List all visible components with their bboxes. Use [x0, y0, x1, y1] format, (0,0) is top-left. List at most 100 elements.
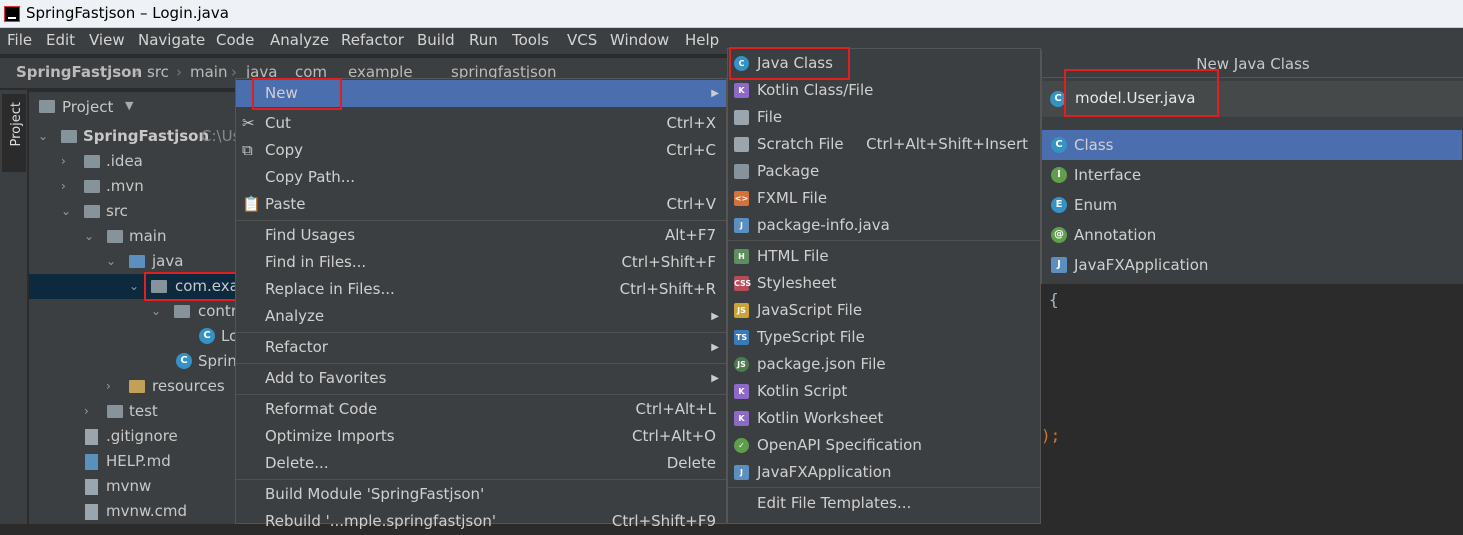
kind-option-class[interactable]: C Class [1042, 130, 1462, 160]
highlight-box [1064, 69, 1219, 117]
kotlin-file-icon: K [734, 83, 749, 98]
kind-option-annotation[interactable]: @ Annotation [1042, 220, 1462, 250]
menu-vcs[interactable]: VCS [567, 31, 597, 49]
menu-item-add-to-favorites[interactable]: Add to Favorites ▶ [236, 365, 726, 392]
kind-option-interface[interactable]: I Interface [1042, 160, 1462, 190]
menu-analyze[interactable]: Analyze [270, 31, 329, 49]
code-brace: { [1049, 290, 1059, 309]
package-icon [734, 164, 749, 179]
breadcrumb-project[interactable]: SpringFastjson [16, 63, 142, 81]
submenu-arrow-icon: ▶ [711, 88, 719, 99]
title-bar: SpringFastjson – Login.java [0, 0, 1463, 28]
menu-divider [236, 363, 726, 364]
highlight-box [252, 78, 342, 110]
project-panel-header: Project ▼ [29, 92, 239, 122]
chevron-right-icon: › [134, 63, 140, 81]
menu-item-copy-path[interactable]: Copy Path... [236, 164, 726, 191]
window-title: SpringFastjson – Login.java [26, 4, 229, 22]
copy-icon: ⧉ [242, 141, 253, 159]
highlight-box [144, 272, 240, 301]
submenu-item-html[interactable]: H HTML File [728, 243, 1040, 270]
menu-divider [236, 394, 726, 395]
file-icon [734, 110, 749, 125]
menu-item-rebuild[interactable]: Rebuild '...mple.springfastjson' Ctrl+Shi… [236, 508, 726, 535]
breadcrumb-src[interactable]: src [147, 63, 169, 81]
menu-item-optimize-imports[interactable]: Optimize Imports Ctrl+Alt+O [236, 423, 726, 450]
openapi-icon: ✓ [734, 438, 749, 453]
html-file-icon: H [734, 249, 749, 264]
tree-item-springfastjson[interactable]: ⌄ SpringFastjson C:\Us [29, 124, 240, 149]
menu-tools[interactable]: Tools [512, 31, 549, 49]
submenu-item-typescript[interactable]: TS TypeScript File [728, 324, 1040, 351]
menu-divider [728, 487, 1040, 488]
menu-item-copy[interactable]: ⧉ Copy Ctrl+C [236, 137, 726, 164]
submenu-item-javascript[interactable]: JS JavaScript File [728, 297, 1040, 324]
submenu-item-scratch-file[interactable]: Scratch File Ctrl+Alt+Shift+Insert [728, 131, 1040, 158]
menu-item-refactor[interactable]: Refactor ▶ [236, 334, 726, 361]
menu-file[interactable]: File [7, 31, 32, 49]
menu-navigate[interactable]: Navigate [138, 31, 205, 49]
chevron-down-icon[interactable]: ▼ [125, 99, 133, 112]
project-tool-tab[interactable]: Project [2, 94, 26, 172]
file-icon [85, 429, 98, 445]
highlight-box [729, 47, 850, 80]
module-folder-icon [61, 130, 77, 143]
javafx-file-icon: J [1051, 257, 1067, 273]
submenu-item-kotlin-class[interactable]: K Kotlin Class/File [728, 77, 1040, 104]
menu-window[interactable]: Window [610, 31, 669, 49]
project-tree: ⌄ SpringFastjson C:\Us › .idea › .mvn ⌄ … [29, 122, 240, 524]
submenu-item-fxml[interactable]: <> FXML File [728, 185, 1040, 212]
clipboard-icon: 📋 [242, 195, 261, 213]
project-view-icon [39, 100, 55, 113]
source-folder-icon [129, 255, 145, 268]
interface-icon: I [1051, 167, 1067, 183]
menu-build[interactable]: Build [417, 31, 455, 49]
submenu-arrow-icon: ▶ [711, 373, 719, 384]
submenu-item-package[interactable]: Package [728, 158, 1040, 185]
menu-item-find-in-files[interactable]: Find in Files... Ctrl+Shift+F [236, 249, 726, 276]
code-editor[interactable]: { ); [1041, 284, 1463, 524]
nodejs-icon: JS [734, 357, 749, 372]
kind-option-enum[interactable]: E Enum [1042, 190, 1462, 220]
submenu-item-file[interactable]: File [728, 104, 1040, 131]
menu-item-paste[interactable]: 📋 Paste Ctrl+V [236, 191, 726, 218]
menu-view[interactable]: View [89, 31, 125, 49]
menu-help[interactable]: Help [685, 31, 719, 49]
submenu-item-javafx[interactable]: J JavaFXApplication [728, 459, 1040, 486]
spring-boot-class-icon: C [176, 353, 192, 369]
script-file-icon [85, 504, 98, 520]
submenu-arrow-icon: ▶ [711, 342, 719, 353]
enum-icon: E [1051, 197, 1067, 213]
project-view-selector[interactable]: Project [62, 98, 113, 116]
submenu-item-stylesheet[interactable]: CSS Stylesheet [728, 270, 1040, 297]
scissors-icon: ✂ [242, 114, 255, 132]
menu-item-replace-in-files[interactable]: Replace in Files... Ctrl+Shift+R [236, 276, 726, 303]
css-file-icon: CSS [734, 276, 751, 291]
folder-icon [107, 405, 123, 418]
submenu-item-kotlin-script[interactable]: K Kotlin Script [728, 378, 1040, 405]
submenu-item-package-json[interactable]: JS package.json File [728, 351, 1040, 378]
submenu-item-openapi[interactable]: ✓ OpenAPI Specification [728, 432, 1040, 459]
submenu-item-edit-templates[interactable]: Edit File Templates... [728, 490, 1040, 517]
menu-item-cut[interactable]: ✂ Cut Ctrl+X [236, 110, 726, 137]
menu-run[interactable]: Run [469, 31, 498, 49]
menu-item-find-usages[interactable]: Find Usages Alt+F7 [236, 222, 726, 249]
menu-item-delete[interactable]: Delete... Delete [236, 450, 726, 477]
menu-edit[interactable]: Edit [46, 31, 75, 49]
submenu-item-kotlin-worksheet[interactable]: K Kotlin Worksheet [728, 405, 1040, 432]
kotlin-script-icon: K [734, 384, 749, 399]
tool-window-strip: Project [0, 90, 28, 524]
menu-item-reformat-code[interactable]: Reformat Code Ctrl+Alt+L [236, 396, 726, 423]
fxml-file-icon: <> [734, 191, 749, 206]
javascript-file-icon: JS [734, 303, 749, 318]
project-tool-tab-label: Project [9, 102, 24, 147]
chevron-down-icon: ⌄ [61, 204, 72, 218]
menu-item-analyze[interactable]: Analyze ▶ [236, 303, 726, 330]
menu-refactor[interactable]: Refactor [341, 31, 404, 49]
breadcrumb-main[interactable]: main [190, 63, 227, 81]
submenu-item-package-info[interactable]: J package-info.java [728, 212, 1040, 239]
menu-code[interactable]: Code [216, 31, 254, 49]
chevron-down-icon: ⌄ [129, 279, 140, 293]
kind-option-javafx[interactable]: J JavaFXApplication [1042, 250, 1462, 280]
menu-item-build-module[interactable]: Build Module 'SpringFastjson' [236, 481, 726, 508]
